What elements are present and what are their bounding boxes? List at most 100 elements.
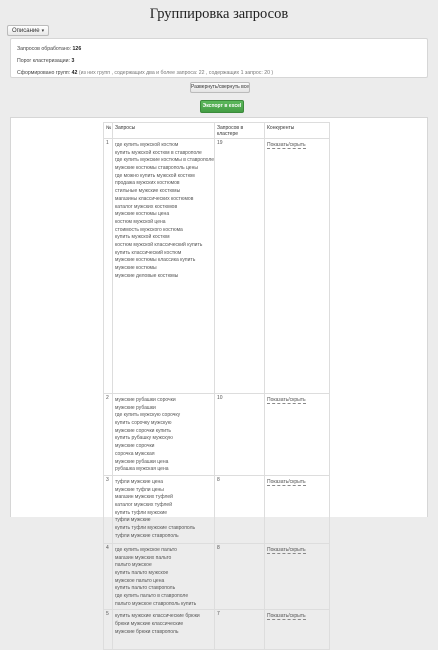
- query-item: пальто мужское ставрополь купить: [115, 600, 197, 607]
- query-list: где купить мужской костюм купить мужской …: [115, 140, 215, 280]
- query-item: купить классический костюм: [115, 249, 182, 256]
- query-item: купить мужские классические брюки: [115, 613, 200, 620]
- header-queries: Запросы: [112, 122, 215, 139]
- header-cluster-count: Запросов в кластере: [214, 122, 265, 139]
- query-item: туфли мужские цена: [115, 478, 164, 485]
- query-item: где купить пальто в ставрополе: [115, 593, 189, 599]
- description-dropdown-button[interactable]: Описание ▾: [7, 25, 50, 36]
- query-item: где можно купить мужской костюм: [115, 172, 195, 179]
- row-cluster-count: 7: [214, 609, 265, 650]
- query-item: мужские рубашки цена: [115, 458, 169, 465]
- query-item: мужские деловые костюмы: [115, 272, 179, 279]
- query-item: где купить мужской костюм: [115, 142, 179, 148]
- row-number: 5: [103, 609, 113, 650]
- stats-processed: Запросов обработано: 126: [17, 43, 421, 55]
- query-item: купить мужской костюм в ставрополе: [115, 149, 202, 156]
- row-queries: мужские рубашки сорочки мужские рубашки гд…: [112, 393, 215, 476]
- row-number: 4: [103, 542, 113, 611]
- query-item: где купить мужское пальто: [115, 546, 177, 553]
- query-item: мужские костюмы цена: [115, 211, 170, 218]
- row-queries: где купить мужское пальто магазин мужских…: [112, 542, 215, 611]
- row-queries: туфли мужские цена мужские туфли цены мага…: [112, 474, 215, 544]
- table-header-row: № Запросы Запросов в кластере Конкуренты: [103, 122, 330, 139]
- query-item: где купить мужскую сорочку: [115, 412, 181, 419]
- query-item: мужские костюмы ставрополь цены: [115, 165, 198, 172]
- query-item: туфли мужские ставрополь: [115, 532, 179, 539]
- show-hide-competitors-link[interactable]: Показать/скрыть: [267, 142, 306, 149]
- row-number: 3: [103, 474, 113, 544]
- query-item: мужские костюмы: [115, 265, 157, 271]
- query-item: купить пальто ставрополь: [115, 585, 176, 592]
- header-number: №: [103, 122, 113, 139]
- description-label: Описание: [12, 28, 40, 34]
- query-item: каталог мужских туфлей: [115, 501, 172, 508]
- query-item: купить мужской костюм: [115, 234, 170, 241]
- row-number: 1: [103, 138, 113, 394]
- threshold-label: Порог кластеризации:: [17, 58, 71, 64]
- processed-value: 126: [72, 46, 82, 52]
- expand-all-button[interactable]: Развернуть/свернуть все: [190, 82, 250, 93]
- query-item: стильные мужские костюмы: [115, 188, 181, 195]
- row-competitors: Показать/скрыть: [264, 393, 330, 476]
- query-item: магазин мужских пальто: [115, 554, 172, 561]
- query-item: купить туфли мужские ставрополь: [115, 525, 196, 531]
- query-item: костюм мужской классический купить: [115, 241, 203, 248]
- query-item: купить сорочку мужскую: [115, 420, 172, 427]
- query-list: купить мужские классические брюки брюки м…: [115, 611, 212, 636]
- query-item: сорочка мужская: [115, 450, 155, 457]
- query-item: брюки мужские классические: [115, 621, 184, 628]
- row-competitors: Показать/скрыть: [264, 542, 330, 611]
- row-cluster-count: 19: [214, 138, 265, 394]
- query-item: мужские сорочки купить: [115, 427, 171, 434]
- query-list: туфли мужские цена мужские туфли цены мага…: [115, 477, 212, 541]
- caret-down-icon: ▾: [41, 28, 45, 34]
- show-hide-competitors-link[interactable]: Показать/скрыть: [267, 613, 306, 621]
- query-item: мужские рубашки: [115, 404, 156, 411]
- query-item: мужские сорочки: [115, 443, 155, 450]
- processed-label: Запросов обработано:: [17, 46, 72, 52]
- query-item: продажа мужских костюмов: [115, 180, 180, 187]
- results-table: № Запросы Запросов в кластере Конкуренты…: [103, 122, 330, 650]
- row-queries: купить мужские классические брюки брюки м…: [112, 609, 215, 650]
- threshold-value: 3: [71, 58, 75, 64]
- table-row: 5 купить мужские классические брюки брюки …: [103, 609, 330, 650]
- query-item: пальто мужское: [115, 562, 152, 569]
- query-item: рубашка мужская цена: [115, 466, 169, 473]
- query-list: мужские рубашки сорочки мужские рубашки гд…: [115, 395, 212, 474]
- row-competitors: Показать/скрыть: [264, 138, 330, 394]
- page-title: Группировка запросов: [149, 6, 289, 22]
- groups-value: 42: [71, 70, 78, 76]
- export-excel-button[interactable]: Экспорт в excel: [200, 100, 244, 113]
- query-item: купить рубашку мужскую: [115, 435, 173, 442]
- row-competitors: Показать/скрыть: [264, 474, 330, 544]
- table-row: 3 туфли мужские цена мужские туфли цены маг…: [103, 474, 330, 544]
- row-cluster-count: 8: [214, 474, 265, 544]
- query-item: туфли мужские: [115, 517, 151, 524]
- row-cluster-count: 10: [214, 393, 265, 476]
- stats-groups: Сформировано групп: 42 (из них групп , с…: [17, 67, 421, 79]
- row-queries: где купить мужской костюм купить мужской …: [112, 138, 215, 394]
- row-competitors: Показать/скрыть: [264, 609, 330, 650]
- show-hide-competitors-link[interactable]: Показать/скрыть: [267, 397, 306, 404]
- stats-panel: Запросов обработано: 126 Порог кластериз…: [10, 38, 428, 78]
- header-competitors: Конкуренты: [264, 122, 330, 139]
- query-item: мужское пальто цена: [115, 577, 165, 584]
- query-item: купить пальто мужское: [115, 569, 169, 576]
- query-item: купить туфли мужские: [115, 509, 168, 516]
- groups-note: (из них групп , содержащих два и более з…: [78, 70, 274, 76]
- query-item: где купить мужские костюмы в ставрополе: [115, 157, 215, 164]
- table-row: 1 где купить мужской костюм купить мужской…: [103, 138, 330, 394]
- table-row: 4 где купить мужское пальто магазин мужски…: [103, 542, 330, 611]
- show-hide-competitors-link[interactable]: Показать/скрыть: [267, 478, 306, 486]
- query-item: мужские рубашки сорочки: [115, 397, 176, 403]
- query-list: где купить мужское пальто магазин мужских…: [115, 545, 212, 609]
- query-item: мужские брюки ставрополь: [115, 628, 179, 635]
- groups-label: Сформировано групп:: [17, 70, 71, 76]
- query-item: магазины классических костюмов: [115, 195, 194, 202]
- stats-threshold: Порог кластеризации: 3: [17, 55, 421, 67]
- show-hide-competitors-link[interactable]: Показать/скрыть: [267, 546, 306, 554]
- query-item: каталог мужских костюмов: [115, 203, 178, 210]
- query-item: мужские костюмы классика купить: [115, 257, 196, 264]
- query-item: костюм мужской цена: [115, 218, 166, 225]
- query-item: магазин мужских туфлей: [115, 494, 173, 501]
